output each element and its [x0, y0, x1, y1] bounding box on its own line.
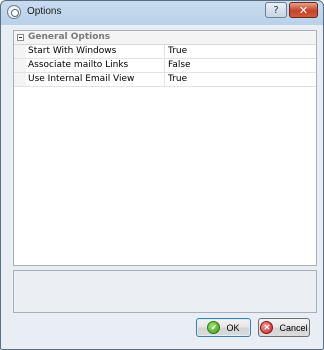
close-icon: ✕ — [298, 3, 309, 17]
description-pane — [13, 270, 317, 313]
cancel-label: Cancel — [279, 322, 308, 333]
checkmark-icon: ✓ — [207, 321, 221, 334]
help-button[interactable]: ? — [265, 2, 287, 18]
category-row-general-options[interactable]: General Options — [14, 31, 316, 45]
category-label: General Options — [28, 32, 111, 42]
property-row-associate-mailto-links[interactable]: Associate mailto Links False — [14, 59, 316, 73]
dialog-body: General Options Start With Windows True … — [8, 25, 317, 343]
row-gutter — [14, 45, 26, 58]
cancel-icon: ✕ — [260, 321, 274, 334]
options-window: Options ? ✕ General Options Start With W… — [0, 0, 324, 350]
collapse-icon[interactable] — [17, 34, 24, 41]
row-gutter — [14, 59, 26, 72]
property-row-start-with-windows[interactable]: Start With Windows True — [14, 45, 316, 59]
window-title: Options — [27, 6, 62, 17]
help-icon: ? — [273, 4, 279, 16]
column-divider[interactable] — [164, 59, 165, 72]
ok-button[interactable]: ✓ OK — [196, 318, 251, 337]
ok-label: OK — [226, 322, 240, 333]
cancel-button[interactable]: ✕ Cancel — [258, 318, 310, 337]
column-divider[interactable] — [164, 73, 165, 86]
property-value[interactable]: True — [168, 74, 187, 84]
property-name: Start With Windows — [28, 46, 117, 56]
row-gutter — [14, 73, 26, 86]
property-name: Associate mailto Links — [28, 60, 129, 70]
property-row-use-internal-email-view[interactable]: Use Internal Email View True — [14, 73, 316, 87]
property-name: Use Internal Email View — [28, 74, 135, 84]
property-grid[interactable]: General Options Start With Windows True … — [13, 30, 317, 266]
close-button[interactable]: ✕ — [289, 2, 318, 18]
title-bar[interactable]: Options ? ✕ — [1, 1, 323, 25]
column-divider[interactable] — [164, 45, 165, 58]
property-value[interactable]: False — [168, 60, 191, 70]
options-app-icon — [7, 5, 21, 19]
property-value[interactable]: True — [168, 46, 187, 56]
